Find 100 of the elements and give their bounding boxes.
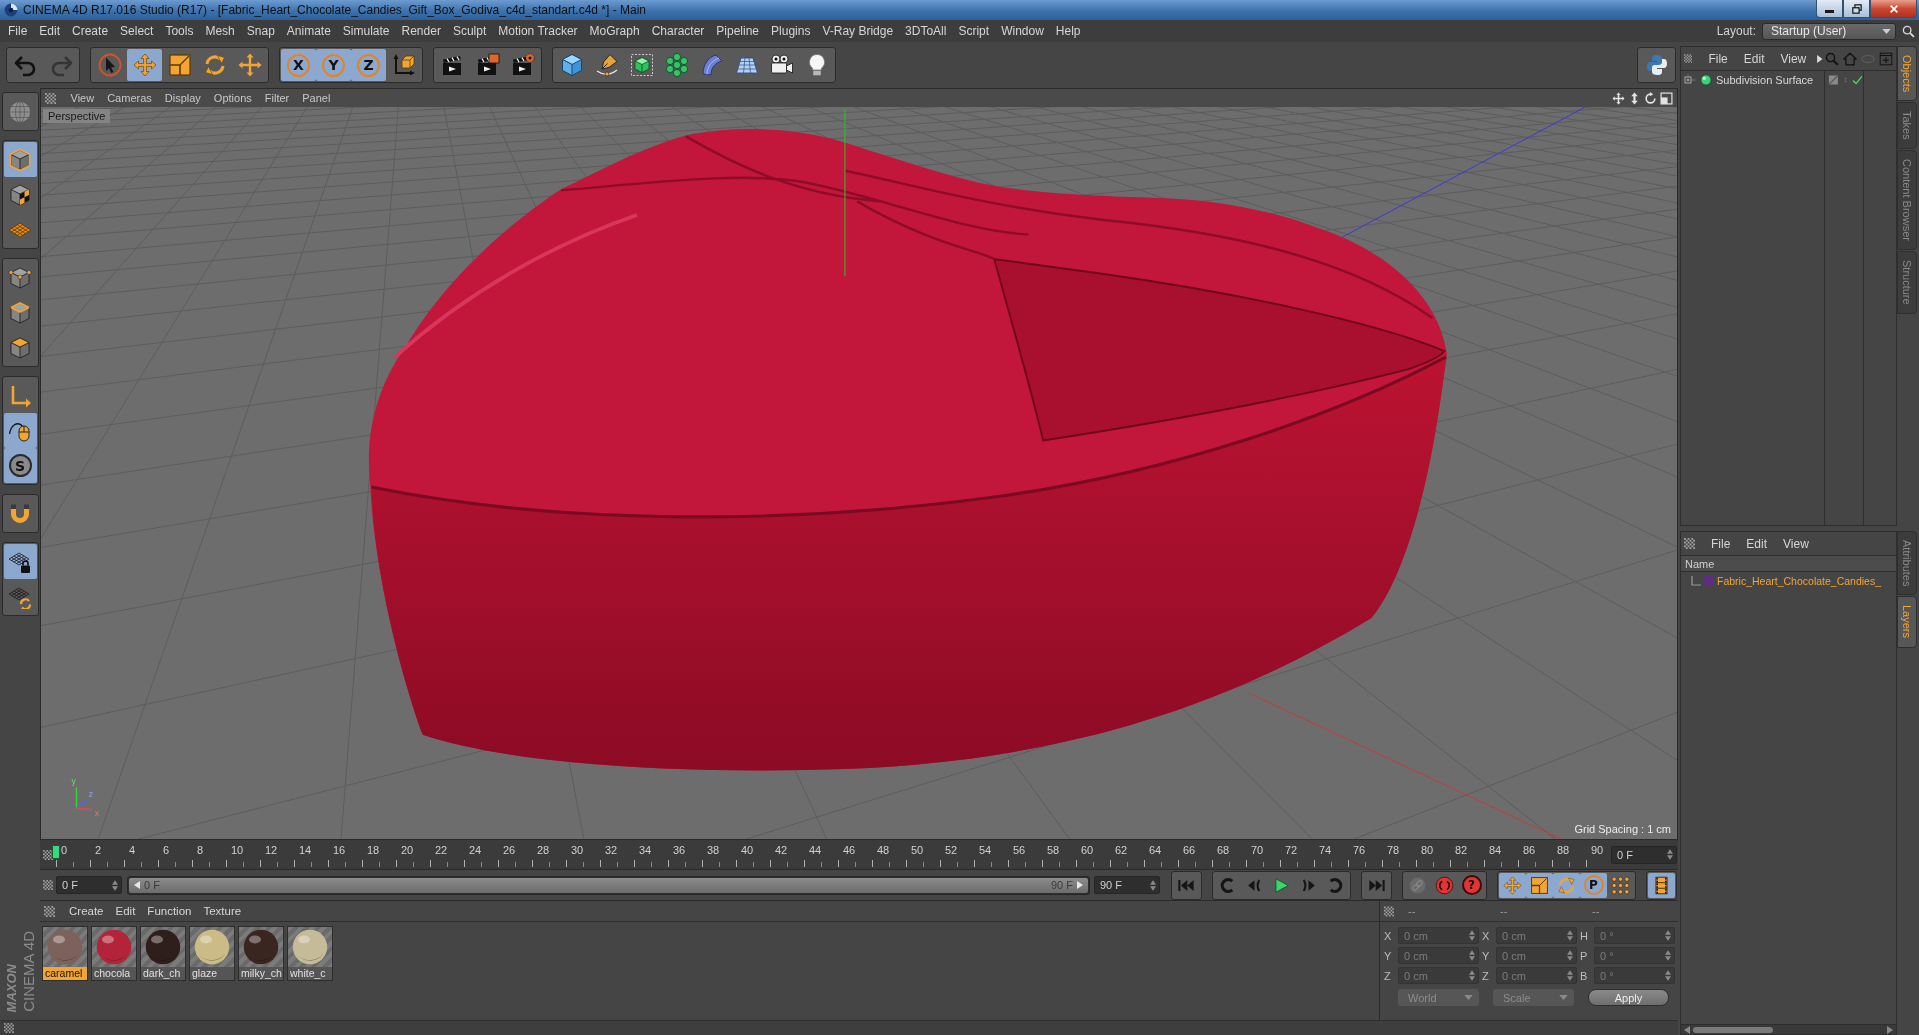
expand-icon[interactable] <box>1684 74 1696 86</box>
start-frame-field[interactable]: 0 F <box>56 876 122 894</box>
menu-item[interactable]: File <box>2 24 34 38</box>
material-tile[interactable]: caramel <box>42 926 88 981</box>
layer-slot-icon[interactable] <box>1828 74 1839 86</box>
spinner-icon[interactable] <box>1469 930 1475 941</box>
material-tile[interactable]: dark_ch <box>140 926 186 981</box>
spinner-icon[interactable] <box>1665 970 1671 981</box>
model-button[interactable] <box>3 142 37 177</box>
axis-button[interactable]: Z <box>351 49 386 81</box>
menu-item[interactable]: V-Ray Bridge <box>816 24 900 38</box>
menu-item[interactable]: Edit <box>33 24 67 38</box>
orbit-icon[interactable] <box>1644 91 1657 105</box>
minimize-button[interactable] <box>1816 0 1843 18</box>
frame-number: 54 <box>978 843 992 858</box>
spinner-icon[interactable] <box>1150 879 1156 891</box>
material-tile[interactable]: glaze <box>189 926 235 981</box>
timeline-track[interactable]: 0 2 4 6 8 10 12 14 16 18 20 22 24 26 28 30 32 34 36 38 40 42 44 46 48 50 52 54 56 58 60 62 64 66 68 70 72 74 76 78 80 82 84 86 88 90 <box>56 843 1611 869</box>
menu-item[interactable]: Mesh <box>199 24 241 38</box>
close-button[interactable] <box>1870 0 1917 18</box>
menu-item[interactable]: View <box>1775 536 1817 551</box>
axis-button[interactable]: X <box>281 49 316 81</box>
spinner-icon[interactable] <box>1469 970 1475 981</box>
horizontal-scrollbar[interactable] <box>1681 1024 1896 1034</box>
gizmo-label: x <box>94 807 100 818</box>
spinner-icon[interactable] <box>1567 930 1573 941</box>
playhead[interactable] <box>52 845 60 859</box>
lockplane-button[interactable] <box>3 544 37 579</box>
menu-item[interactable]: Create <box>66 24 115 38</box>
solo-button[interactable]: S <box>3 448 37 483</box>
column-header[interactable]: Name <box>1681 555 1896 572</box>
menu-item[interactable]: Animate <box>280 24 337 38</box>
axis-button[interactable]: Y <box>316 49 351 81</box>
pan-icon[interactable] <box>1612 91 1625 105</box>
menu-item[interactable]: Options <box>207 92 259 104</box>
menu-item[interactable]: Create <box>63 905 110 917</box>
menu-item[interactable]: Panel <box>295 92 337 104</box>
menu-item[interactable]: Simulate <box>336 24 396 38</box>
menu-item[interactable]: Texture <box>197 905 248 917</box>
menu-item[interactable]: Edit <box>1738 536 1776 551</box>
right-triangle-icon[interactable] <box>1887 1025 1893 1034</box>
left-triangle-icon[interactable] <box>1684 1025 1690 1034</box>
menu-item[interactable]: Tools <box>159 24 200 38</box>
menu-item[interactable]: Sculpt <box>446 24 493 38</box>
param-button[interactable]: P <box>1580 872 1607 898</box>
menu-item[interactable]: Plugins <box>765 24 817 38</box>
menu-item[interactable]: Select <box>114 24 160 38</box>
axis-label: H <box>1580 929 1589 942</box>
menu-item[interactable]: View <box>64 92 101 104</box>
end-frame-field[interactable]: 90 F <box>1094 876 1160 894</box>
current-frame-field[interactable]: 0 F <box>1611 845 1677 864</box>
menu-item[interactable]: Motion Tracker <box>492 24 584 38</box>
search-icon[interactable] <box>1902 24 1915 38</box>
checkmark-icon[interactable] <box>1852 74 1863 86</box>
restore-button[interactable] <box>1843 0 1870 18</box>
menu-item[interactable]: Display <box>158 92 208 104</box>
spinner-icon[interactable] <box>1567 970 1573 981</box>
side-tab[interactable]: Layers <box>1897 596 1917 648</box>
menu-item[interactable]: Character <box>645 24 711 38</box>
menu-item[interactable]: Snap <box>240 24 281 38</box>
material-tile[interactable]: milky_ch <box>238 926 284 981</box>
frame-number: 12 <box>264 843 278 858</box>
range-end-label: 90 F <box>1051 879 1073 891</box>
apply-button[interactable]: Apply <box>1588 989 1669 1006</box>
menu-item[interactable]: Edit <box>1735 51 1773 66</box>
menu-item[interactable]: Filter <box>258 92 296 104</box>
spinner-icon[interactable] <box>1665 930 1671 941</box>
spinner-icon[interactable] <box>1567 950 1573 961</box>
object-name[interactable]: Subdivision Surface <box>1716 74 1814 86</box>
menu-item[interactable]: Script <box>952 24 996 38</box>
menu-item[interactable]: Cameras <box>100 92 159 104</box>
menu-item[interactable]: Pipeline <box>710 24 766 38</box>
menu-item[interactable]: Function <box>141 905 198 917</box>
spinner-icon[interactable] <box>1665 950 1671 961</box>
grip-icon <box>1684 538 1695 549</box>
camera-label[interactable]: Perspective <box>43 109 111 123</box>
menu-item[interactable]: Edit <box>109 905 142 917</box>
right-triangle-icon[interactable] <box>1077 881 1083 889</box>
side-tab[interactable]: Objects <box>1897 46 1917 102</box>
frame-number: 72 <box>1284 843 1298 858</box>
menu-item[interactable]: File <box>1703 536 1739 551</box>
move-button[interactable] <box>1499 872 1526 898</box>
menu-item[interactable]: 3DToAll <box>899 24 953 38</box>
left-triangle-icon[interactable] <box>134 881 140 889</box>
menu-item[interactable]: Window <box>995 24 1050 38</box>
menu-item[interactable]: File <box>1700 51 1736 66</box>
spinner-icon[interactable] <box>112 879 118 891</box>
material-tile[interactable]: white_c <box>287 926 333 981</box>
menu-item[interactable]: Render <box>395 24 447 38</box>
move-button[interactable] <box>127 49 162 81</box>
spinner-icon[interactable] <box>1667 849 1673 860</box>
menu-item[interactable]: View <box>1772 51 1815 66</box>
menu-item[interactable]: MoGraph <box>583 24 646 38</box>
menu-item[interactable]: Help <box>1049 24 1087 38</box>
layout-dropdown[interactable]: Startup (User) <box>1762 22 1896 40</box>
layer-name[interactable]: Fabric_Heart_Chocolate_Candies_ <box>1717 574 1881 587</box>
tweak-button[interactable] <box>3 413 37 448</box>
maximize-icon[interactable] <box>1660 91 1673 105</box>
material-tile[interactable]: chocola <box>91 926 137 981</box>
spinner-icon[interactable] <box>1469 950 1475 961</box>
